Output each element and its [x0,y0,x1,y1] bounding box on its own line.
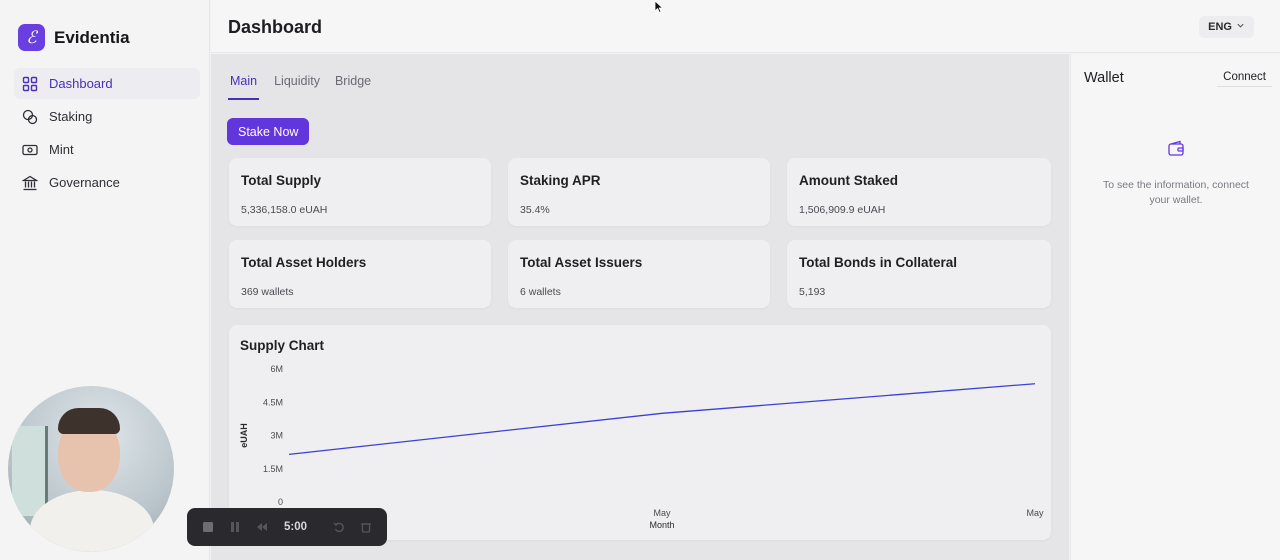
stat-value: 1,506,909.9 eUAH [799,204,886,216]
stake-now-button[interactable]: Stake Now [227,118,310,145]
stat-card-asset-issuers: Total Asset Issuers 6 wallets [508,240,770,308]
y-tick-label: 4.5M [263,397,283,407]
stat-card-asset-holders: Total Asset Holders 369 wallets [229,240,491,308]
language-selector[interactable]: ENG [1199,16,1254,38]
stat-title: Staking APR [520,173,601,188]
main-content: Main Liquidity Bridge Stake Now Total Su… [211,54,1069,560]
tab-bridge[interactable]: Bridge [335,74,371,100]
stat-value: 5,193 [799,286,826,298]
y-tick-label: 6M [270,364,283,374]
stat-title: Total Supply [241,173,321,188]
tab-main[interactable]: Main [228,74,260,100]
banknote-icon [21,141,39,159]
recording-timer: 5:00 [284,521,308,533]
brand-name: Evidentia [54,27,130,47]
chevron-down-icon [1236,21,1245,33]
sidebar-item-label: Mint [49,142,74,157]
wallet-icon [1167,140,1185,163]
stat-title: Total Asset Holders [241,255,367,270]
stat-value: 369 wallets [241,286,294,298]
y-tick-label: 1.5M [263,464,283,474]
landmark-icon [21,174,39,192]
rewind-icon[interactable] [255,520,269,534]
brand[interactable]: ℰ Evidentia [18,24,130,51]
x-axis-label: Month [649,520,674,530]
stat-card-total-supply: Total Supply 5,336,158.0 eUAH [229,158,491,226]
stat-card-staking-apr: Staking APR 35.4% [508,158,770,226]
restart-icon[interactable] [332,520,346,534]
trash-icon[interactable] [359,520,373,534]
webcam-overlay[interactable] [8,386,174,552]
stat-value: 5,336,158.0 eUAH [241,204,328,216]
connect-wallet-button[interactable]: Connect [1217,68,1272,87]
sidebar-item-mint[interactable]: Mint [14,134,200,165]
supply-series-line [288,383,1036,455]
stat-value: 6 wallets [520,286,561,298]
wallet-empty-message: To see the information, connect your wal… [1103,179,1249,206]
sidebar-item-label: Dashboard [49,76,113,91]
y-tick-label: 0 [278,497,283,507]
page-title: Dashboard [228,17,323,37]
sidebar-item-label: Staking [49,109,93,124]
sidebar-nav: Dashboard Staking Mint Governance [14,68,200,200]
webcam-background [12,426,48,516]
pause-icon[interactable] [228,520,242,534]
y-axis-label: eUAH [239,423,249,448]
sidebar-item-label: Governance [49,175,120,190]
stat-card-amount-staked: Amount Staked 1,506,909.9 eUAH [787,158,1051,226]
tab-liquidity[interactable]: Liquidity [274,74,320,100]
stat-title: Total Asset Issuers [520,255,643,270]
x-tick-label: May [653,508,671,518]
grid-icon [21,75,39,93]
tab-bar: Main Liquidity Bridge [228,74,371,100]
webcam-presenter-hair [58,408,120,434]
sidebar-item-dashboard[interactable]: Dashboard [14,68,200,99]
stat-title: Total Bonds in Collateral [799,255,958,270]
y-tick-label: 3M [270,431,283,441]
stat-title: Amount Staked [799,173,899,188]
x-tick-label: May [1026,508,1044,518]
stat-card-bonds-collateral: Total Bonds in Collateral 5,193 [787,240,1051,308]
top-header: Dashboard ENG [211,0,1280,53]
language-label: ENG [1208,21,1232,33]
coins-icon [21,108,39,126]
brand-logo-icon: ℰ [18,24,45,51]
recording-control-bar: 5:00 [187,508,387,546]
stop-icon[interactable] [201,520,215,534]
sidebar-item-governance[interactable]: Governance [14,167,200,198]
sidebar-item-staking[interactable]: Staking [14,101,200,132]
webcam-presenter-body [30,490,154,552]
wallet-panel: Wallet Connect To see the information, c… [1070,54,1280,560]
wallet-title: Wallet [1084,70,1124,86]
mouse-cursor-icon [654,0,664,19]
stat-value: 35.4% [520,204,550,216]
